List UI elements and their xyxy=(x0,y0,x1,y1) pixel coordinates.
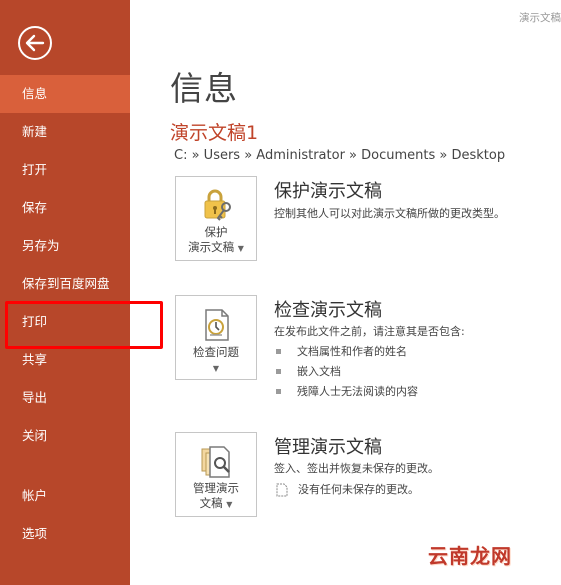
sidebar-item-open[interactable]: 打开 xyxy=(0,151,130,189)
backstage-sidebar: 信息 新建 打开 保存 另存为 保存到百度网盘 打印 共享 导出 关闭 帐户 选… xyxy=(0,0,130,585)
manage-section-title: 管理演示文稿 xyxy=(274,437,382,458)
watermark-logo: 云南龙网 xyxy=(428,544,512,568)
inspect-bullet-1-text: 文档属性和作者的姓名 xyxy=(297,345,407,358)
bullet-square-icon xyxy=(276,348,281,354)
protect-section-title: 保护演示文稿 xyxy=(274,181,382,202)
sidebar-item-info[interactable]: 信息 xyxy=(0,75,130,113)
sidebar-item-new[interactable]: 新建 xyxy=(0,113,130,151)
check-issues-button[interactable]: 检查问题 ▼ xyxy=(175,295,257,380)
sidebar-item-export[interactable]: 导出 xyxy=(0,379,130,417)
document-icon xyxy=(276,483,288,497)
inspect-bullet-3: 残障人士无法阅读的内容 xyxy=(276,383,418,399)
protect-section-desc: 控制其他人可以对此演示文稿所做的更改类型。 xyxy=(274,207,505,220)
manage-presentation-button[interactable]: 管理演示 文稿 ▼ xyxy=(175,432,257,517)
dropdown-caret-icon: ▼ xyxy=(226,500,233,509)
protect-presentation-button[interactable]: 保护 演示文稿 ▼ xyxy=(175,176,257,261)
dropdown-caret-icon: ▼ xyxy=(212,364,220,373)
inspect-bullet-1: 文档属性和作者的姓名 xyxy=(276,343,407,359)
inspect-bullet-2: 嵌入文档 xyxy=(276,363,341,379)
dropdown-caret-icon: ▼ xyxy=(237,244,244,253)
inspect-bullet-2-text: 嵌入文档 xyxy=(297,365,341,378)
document-name: 演示文稿1 xyxy=(170,122,259,144)
document-path[interactable]: C: » Users » Administrator » Documents »… xyxy=(174,148,505,163)
bullet-square-icon xyxy=(276,388,281,394)
protect-button-label-2: 演示文稿 xyxy=(188,240,235,254)
sidebar-nav: 信息 新建 打开 保存 另存为 保存到百度网盘 打印 共享 导出 关闭 帐户 选… xyxy=(0,75,130,553)
inspect-bullet-3-text: 残障人士无法阅读的内容 xyxy=(297,385,418,398)
sidebar-item-save-to-baidu[interactable]: 保存到百度网盘 xyxy=(0,265,130,303)
check-issues-button-label: 检查问题 xyxy=(193,345,239,359)
sidebar-item-close[interactable]: 关闭 xyxy=(0,417,130,455)
inspect-section-desc: 在发布此文件之前，请注意其是否包含: xyxy=(274,325,465,338)
window-title: 演示文稿 xyxy=(519,12,561,24)
manage-button-label-2: 文稿 xyxy=(199,496,223,510)
bullet-square-icon xyxy=(276,368,281,374)
inspect-document-icon xyxy=(205,309,229,341)
sidebar-item-save[interactable]: 保存 xyxy=(0,189,130,227)
back-arrow-icon[interactable] xyxy=(17,25,53,61)
manage-versions-icon xyxy=(201,446,230,478)
inspect-section-title: 检查演示文稿 xyxy=(274,300,382,321)
manage-note: 没有任何未保存的更改。 xyxy=(276,481,419,497)
sidebar-item-save-as[interactable]: 另存为 xyxy=(0,227,130,265)
sidebar-item-options[interactable]: 选项 xyxy=(0,515,130,553)
sidebar-item-account[interactable]: 帐户 xyxy=(0,477,130,515)
manage-note-text: 没有任何未保存的更改。 xyxy=(298,483,419,496)
sidebar-item-share[interactable]: 共享 xyxy=(0,341,130,379)
manage-section-desc: 签入、签出并恢复未保存的更改。 xyxy=(274,462,439,475)
lock-key-icon xyxy=(204,189,231,221)
page-title: 信息 xyxy=(170,69,238,108)
protect-button-label-1: 保护 xyxy=(204,225,228,239)
manage-button-label-1: 管理演示 xyxy=(193,481,239,495)
sidebar-item-print[interactable]: 打印 xyxy=(0,303,130,341)
